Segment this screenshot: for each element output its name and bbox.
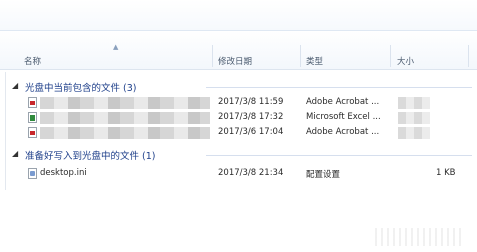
settings-file-icon [28,168,37,179]
group-title: 光盘中当前包含的文件 (3) [25,83,137,94]
column-header-date[interactable]: 修改日期 [218,55,252,67]
file-date: 2017/3/6 17:04 [218,127,284,137]
pdf-icon [28,127,37,138]
column-header-type[interactable]: 类型 [306,55,323,67]
file-size-redacted [398,127,430,139]
file-row[interactable]: 2017/3/8 17:32 Microsoft Excel ... [0,111,477,125]
group-title: 准备好写入到光盘中的文件 (1) [25,151,156,162]
group-header-disc-files[interactable]: ◢ 光盘中当前包含的文件 (3) [6,80,472,94]
file-size-redacted [398,112,430,124]
file-size-redacted [398,97,430,109]
group-header-pending-files[interactable]: ◢ 准备好写入到光盘中的文件 (1) [6,148,472,162]
column-divider[interactable] [390,45,391,67]
column-divider[interactable] [212,45,213,67]
excel-icon [28,112,37,123]
file-type: Adobe Acrobat ... [306,97,380,107]
file-row[interactable]: 2017/3/8 11:59 Adobe Acrobat ... [0,96,477,110]
column-header-size[interactable]: 大小 [397,55,414,67]
collapse-chevron-icon[interactable]: ◢ [12,149,18,158]
file-date: 2017/3/8 21:34 [218,168,284,178]
toolbar-area [0,0,477,30]
file-name-redacted [40,127,210,139]
file-name[interactable]: desktop.ini [40,168,87,178]
group-divider [206,155,472,156]
file-date: 2017/3/8 11:59 [218,97,284,107]
file-name-redacted [40,97,210,109]
file-row[interactable]: 2017/3/6 17:04 Adobe Acrobat ... [0,126,477,140]
collapse-chevron-icon[interactable]: ◢ [12,81,18,90]
file-size: 1 KB [436,168,456,178]
column-divider[interactable] [300,45,301,67]
file-type: Adobe Acrobat ... [306,127,380,137]
group-divider [206,87,472,88]
watermark [375,228,465,246]
file-type: Microsoft Excel ... [306,112,381,122]
file-date: 2017/3/8 17:32 [218,112,284,122]
column-header-bar: ▲ 名称 修改日期 类型 大小 [0,30,477,70]
file-name-redacted [40,112,210,124]
column-divider[interactable] [468,45,469,67]
pdf-icon [28,97,37,108]
sort-ascending-icon: ▲ [113,43,119,51]
file-type: 配置设置 [306,170,341,180]
file-row[interactable]: desktop.ini 2017/3/8 21:34 配置设置 1 KB [0,167,477,181]
column-header-name[interactable]: 名称 [24,55,41,67]
